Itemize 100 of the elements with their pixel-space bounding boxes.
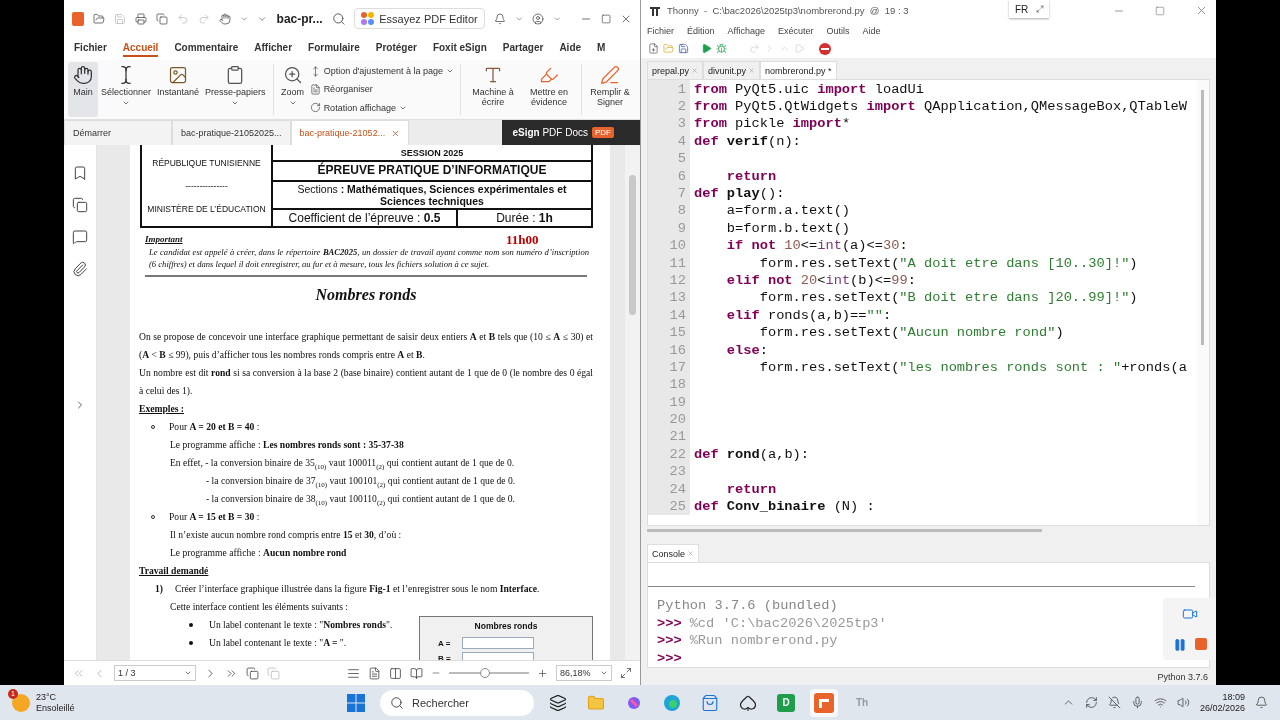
code-editor[interactable] (647, 79, 1210, 527)
ribbon-tool[interactable]: Zoom (277, 62, 308, 117)
run-icon[interactable] (701, 43, 712, 55)
menu-tab[interactable]: Accueil (122, 40, 159, 57)
code-line: else: (725, 342, 768, 358)
menu-tab[interactable]: Protéger (375, 40, 417, 57)
two-page-icon[interactable] (389, 666, 402, 680)
line-number: 18 (648, 376, 690, 394)
fullscreen-icon[interactable] (620, 667, 632, 679)
search-field[interactable]: Rechercher (380, 689, 534, 716)
ribbon-tool[interactable]: Main (68, 62, 98, 117)
menu-tab[interactable]: Commentaire (174, 40, 239, 57)
view-option[interactable]: Réorganiser (307, 84, 456, 95)
console-command: %cd 'C:\bac2026\2025tp3' (689, 614, 887, 633)
comment-icon[interactable] (72, 229, 88, 245)
view-option[interactable]: Rotation affichage (307, 102, 456, 114)
microphone-icon[interactable] (1130, 696, 1144, 709)
menu-tab[interactable]: Formulaire (308, 40, 360, 57)
document-tab[interactable]: Démarrer (64, 120, 172, 145)
thonny-logo-icon (649, 4, 661, 17)
pages-icon[interactable] (72, 197, 88, 213)
stop-icon[interactable] (819, 42, 831, 55)
editor-tab[interactable]: divunit.py (703, 61, 761, 80)
menu-item[interactable]: Affichage (727, 25, 765, 36)
menu-tab[interactable]: Foxit eSign (432, 40, 487, 57)
language-switcher[interactable]: FR (1009, 0, 1049, 18)
line-number: 3 (648, 115, 690, 133)
ribbon-tool[interactable]: Mettre en évidence (520, 62, 577, 117)
maximize-icon[interactable] (600, 12, 611, 25)
stop-icon[interactable] (1194, 638, 1207, 650)
ribbon-tool[interactable]: Machine à écrire (464, 62, 521, 117)
menu-item[interactable]: Fichier (647, 25, 674, 36)
search-icon[interactable] (331, 10, 346, 27)
open-folder-icon[interactable] (663, 43, 674, 55)
menu-item[interactable]: Outils (826, 25, 850, 36)
close-icon[interactable] (391, 128, 401, 138)
sections-text: Sections : Mathématiques, Sciences expérimentales et Sciences techniques (273, 182, 591, 211)
zoom-in-icon[interactable] (537, 667, 548, 679)
menu-tab[interactable]: Partager (502, 40, 544, 57)
scrollbar-thumb[interactable] (1201, 90, 1204, 346)
console-panel[interactable]: Python 3.7.6 (bundled) >>> %cd 'C:\bac2026\2025tp3' >>> %Run nombrerond.py >>> (647, 562, 1210, 669)
document-tab[interactable]: bac-pratique-21052025... (172, 120, 291, 145)
menu-tab[interactable]: Aide (559, 40, 582, 57)
sync-icon[interactable] (1084, 696, 1098, 709)
new-file-icon[interactable] (648, 43, 659, 55)
menu-tab[interactable]: Afficher (254, 40, 293, 57)
menu-tab[interactable]: M (597, 40, 606, 57)
document-tab[interactable]: bac-pratique-21052... (290, 120, 410, 145)
print-icon[interactable] (134, 11, 147, 26)
view-option[interactable]: Option d'ajustement à la page (307, 65, 456, 77)
ribbon-tool[interactable]: Remplir & Signer (585, 62, 634, 117)
camera-icon[interactable] (1181, 606, 1198, 622)
notifications-icon[interactable] (1255, 696, 1268, 709)
code-line: form.res.setText("Aucun nombre rond") (758, 325, 1064, 341)
code-line: def rond(a,b): (693, 446, 810, 462)
continuous-icon[interactable] (368, 666, 381, 680)
code-line: return (725, 168, 777, 184)
slider-thumb[interactable] (480, 668, 490, 678)
menu-item[interactable]: Aide (862, 25, 881, 36)
banner-text: eSign PDF Docs (512, 127, 588, 138)
bell-off-icon[interactable] (1107, 696, 1121, 709)
document-title: bac-pr... (276, 11, 323, 26)
bell-icon[interactable] (493, 11, 506, 26)
editor-tab[interactable]: prepal.py (647, 61, 704, 80)
save-icon[interactable] (678, 43, 689, 55)
menu-tab[interactable]: Fichier (74, 40, 107, 57)
bookmark-icon[interactable] (72, 165, 88, 181)
editor-tab[interactable]: nombrerond.py * (760, 61, 837, 80)
attachment-icon[interactable] (72, 261, 88, 277)
console-tab[interactable]: Console (647, 544, 700, 563)
ribbon-tool[interactable]: Sélectionner (98, 62, 155, 117)
scrollbar-thumb[interactable] (647, 529, 1042, 533)
promo-button[interactable]: Essayez PDF Editor (354, 8, 485, 29)
interpreter-status[interactable]: Python 3.7.6 (1157, 671, 1208, 682)
menu-item[interactable]: Exécuter (777, 25, 814, 36)
document-icon[interactable] (155, 11, 168, 26)
zoom-field[interactable]: 86,18% (556, 665, 612, 681)
volume-icon[interactable] (1176, 696, 1190, 709)
wifi-icon[interactable] (1153, 696, 1167, 709)
hand-icon[interactable] (218, 11, 231, 26)
menu-item[interactable]: Édition (687, 25, 715, 36)
pause-icon[interactable] (1172, 638, 1187, 652)
esign-banner[interactable]: eSign PDF Docs PDF (502, 120, 640, 145)
ribbon-tool[interactable]: Presse-papiers (202, 62, 269, 117)
open-folder-icon[interactable] (92, 11, 105, 26)
scrollbar-thumb[interactable] (629, 175, 636, 315)
code-line: from PyQt5.QtWidgets import QApplication,QMessageBox,QTableW (693, 99, 1187, 115)
user-icon[interactable] (532, 11, 545, 26)
copy-icon[interactable] (246, 666, 259, 680)
text-line: En effet, - la conversion binaire de 35$_{(10)}$ vaut 100011$_{(2)}$ qui contient autant de 1 que de 0. (170, 456, 515, 473)
bullet-icon (189, 623, 193, 628)
clock[interactable]: 18:09 26/02/2026 (1199, 691, 1245, 714)
maximize-icon[interactable] (1155, 5, 1165, 16)
book-icon[interactable] (410, 666, 423, 680)
page-number-field[interactable]: 1 / 3 (114, 665, 196, 681)
debug-icon[interactable] (716, 43, 727, 55)
single-page-icon[interactable] (347, 666, 360, 680)
text-line: Il n’existe aucun nombre rond compris entre 15 et 30, d’où : (170, 528, 402, 543)
ribbon-tool[interactable]: Instantané (154, 62, 203, 117)
text-page-icon (309, 84, 321, 95)
